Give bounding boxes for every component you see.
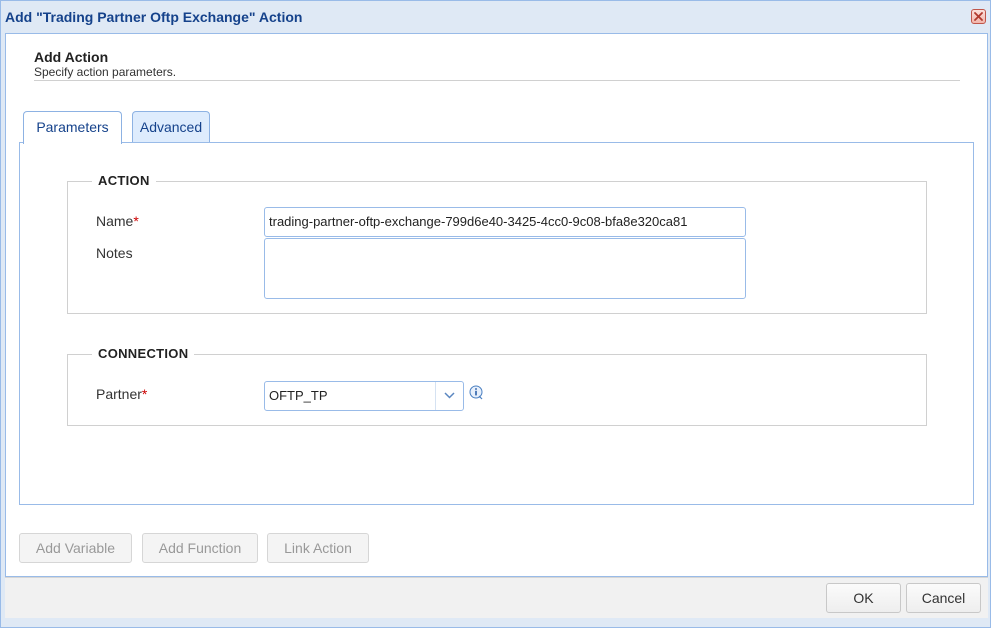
tab-advanced[interactable]: Advanced — [132, 111, 210, 143]
name-field[interactable]: trading-partner-oftp-exchange-799d6e40-3… — [264, 207, 746, 237]
page-subtitle: Specify action parameters. — [34, 65, 177, 79]
add-variable-button[interactable]: Add Variable — [19, 533, 132, 563]
page-title: Add Action — [34, 49, 109, 65]
partner-label-text: Partner — [96, 386, 142, 402]
partner-select[interactable]: OFTP_TP — [264, 381, 464, 411]
dialog-window: Add "Trading Partner Oftp Exchange" Acti… — [0, 0, 991, 628]
tab-parameters[interactable]: Parameters — [23, 111, 122, 144]
header-divider — [34, 80, 960, 81]
link-action-button[interactable]: Link Action — [267, 533, 369, 563]
action-fieldset: ACTION Name* trading-partner-oftp-exchan… — [67, 173, 927, 314]
notes-field[interactable] — [264, 238, 746, 299]
ok-button[interactable]: OK — [826, 583, 901, 613]
dialog-footer: OK Cancel — [5, 577, 988, 618]
partner-label: Partner* — [96, 386, 147, 402]
chevron-down-icon[interactable] — [435, 382, 463, 410]
dialog-title: Add "Trading Partner Oftp Exchange" Acti… — [5, 9, 303, 25]
add-function-button[interactable]: Add Function — [142, 533, 258, 563]
dialog-titlebar[interactable]: Add "Trading Partner Oftp Exchange" Acti… — [1, 1, 990, 32]
connection-legend: CONNECTION — [92, 346, 195, 361]
name-label: Name* — [96, 213, 139, 229]
required-mark: * — [141, 386, 148, 402]
tab-panel-parameters: ACTION Name* trading-partner-oftp-exchan… — [19, 142, 974, 505]
info-icon[interactable] — [469, 385, 485, 401]
name-label-text: Name — [96, 213, 134, 229]
action-legend: ACTION — [92, 173, 156, 188]
partner-select-value: OFTP_TP — [269, 388, 328, 403]
connection-fieldset: CONNECTION Partner* OFTP_TP — [67, 346, 927, 426]
cancel-button[interactable]: Cancel — [906, 583, 981, 613]
close-icon[interactable] — [971, 9, 986, 24]
required-mark: * — [133, 213, 139, 229]
dialog-body: Add Action Specify action parameters. Pa… — [5, 33, 988, 577]
notes-label: Notes — [96, 245, 133, 261]
